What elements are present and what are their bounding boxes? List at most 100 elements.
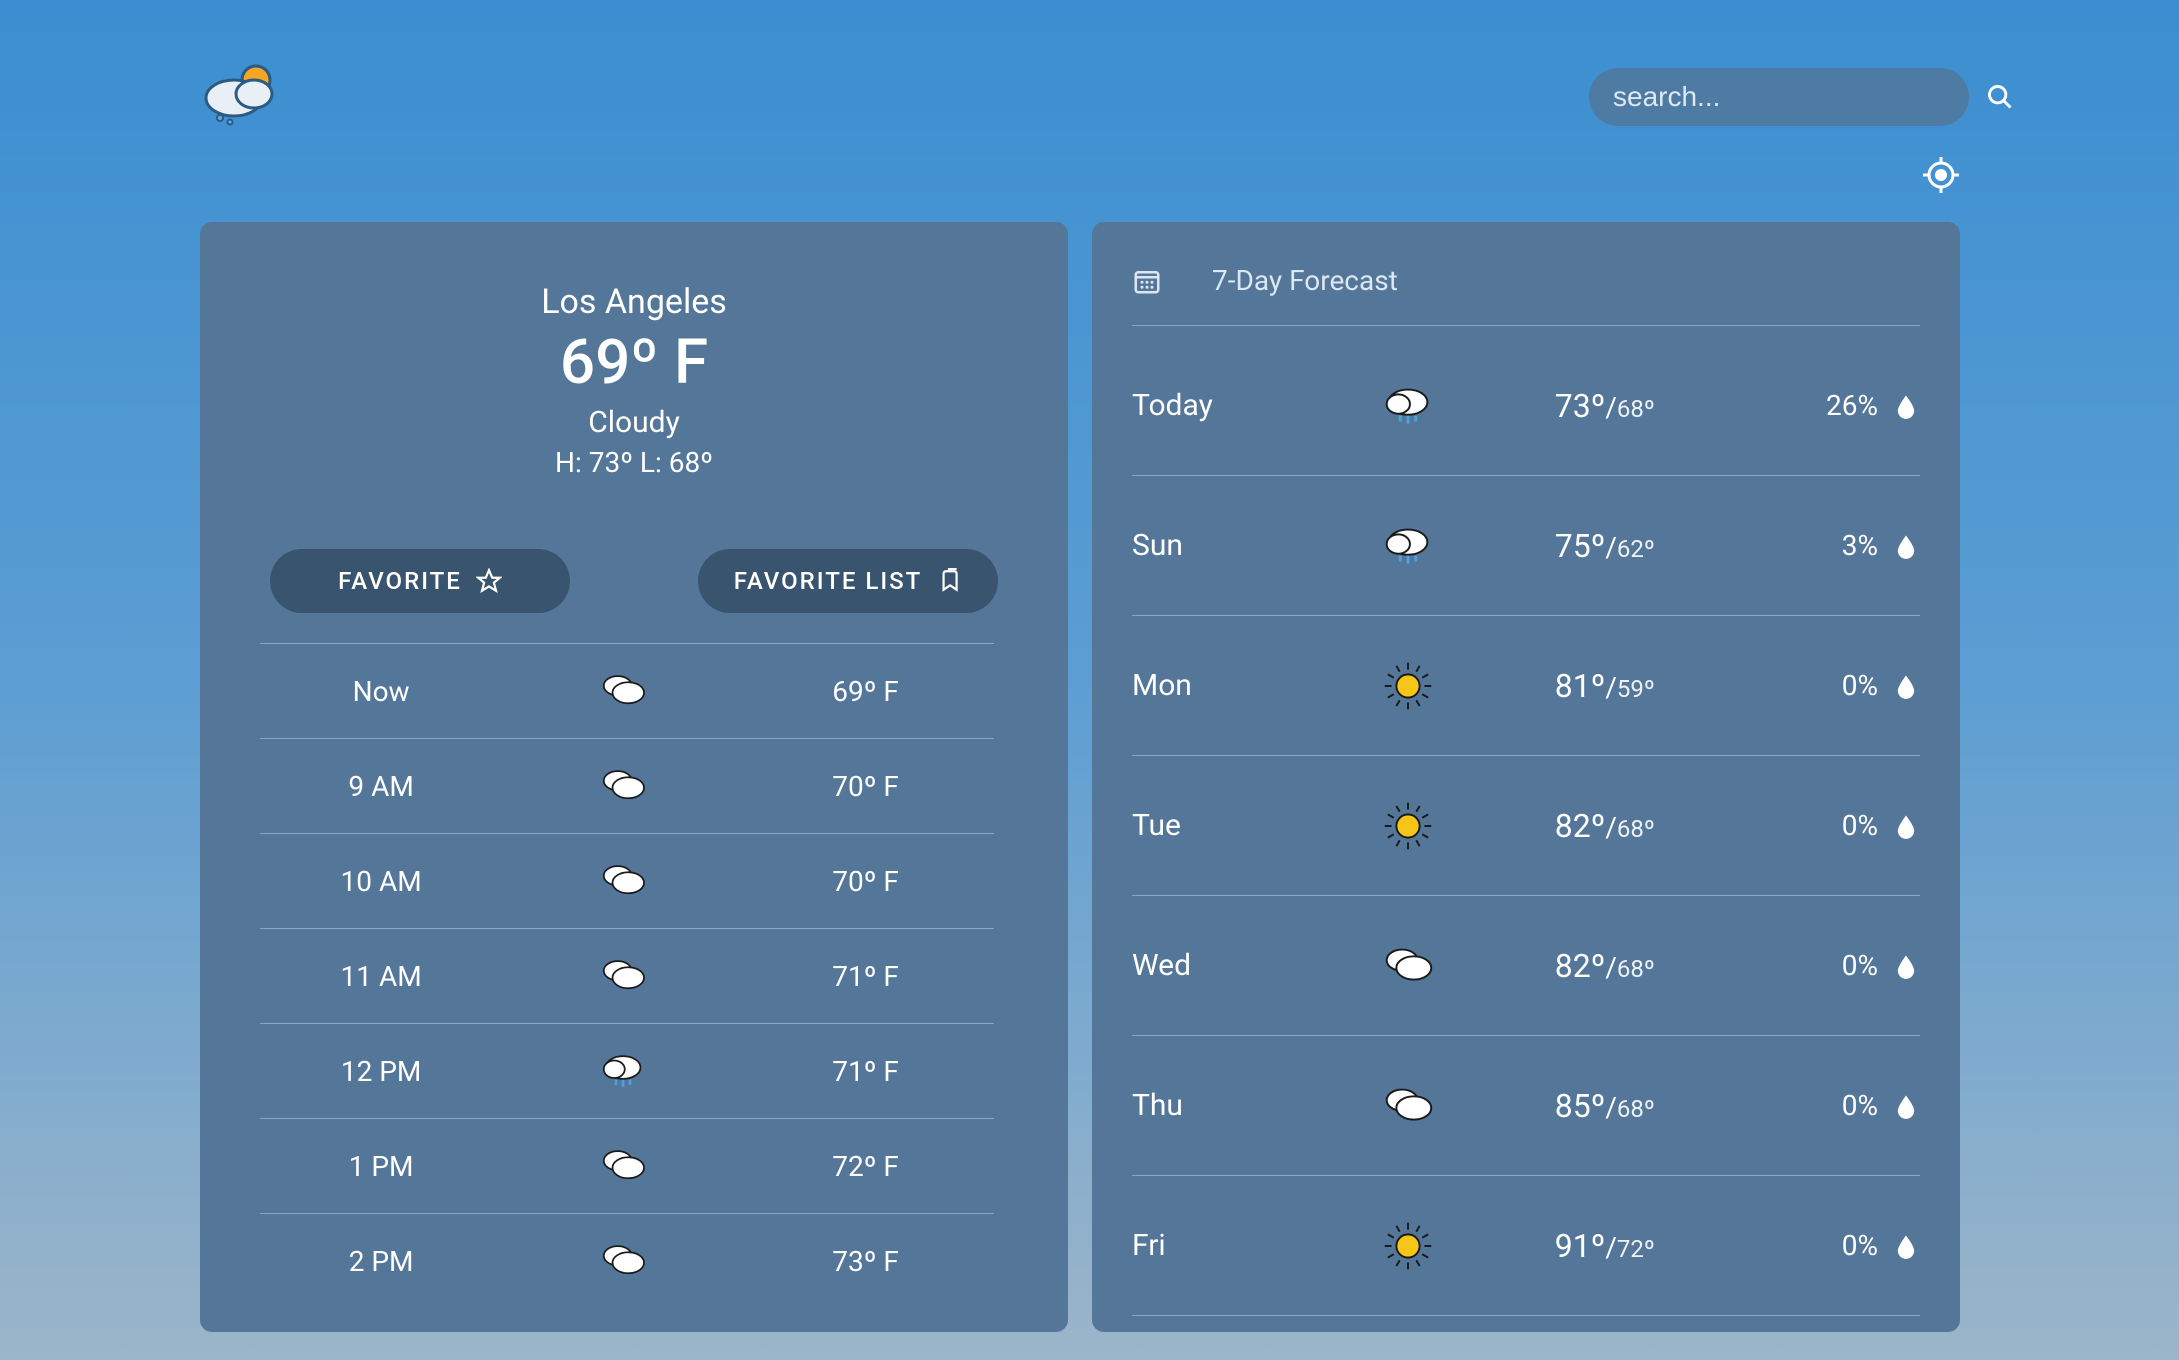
favorite-list-button-label: FAVORITE LIST [734,567,923,595]
current-hi-lo: H: 73º L: 68º [240,446,1028,479]
star-icon [476,568,502,594]
daily-temps: 85º/68º [1487,1087,1723,1125]
hourly-temp: 72º F [744,1150,986,1183]
daily-high: 73º [1555,387,1606,425]
daily-day: Fri [1132,1228,1329,1263]
daily-precip-value: 0% [1842,1089,1878,1122]
daily-precip: 26% [1723,389,1920,422]
daily-row: Thu 85º/68º 0% [1132,1036,1920,1176]
hourly-weather-icon [502,663,744,719]
hourly-row: 11 AM 71º F [260,928,994,1023]
current-temp: 69º F [240,326,1028,399]
daily-day: Sun [1132,528,1329,563]
daily-low: 68º [1617,1095,1655,1123]
daily-forecast-list: Today 73º/68º 26% Sun 75º/62º 3% [1132,336,1920,1316]
daily-weather-icon [1329,795,1487,857]
daily-low: 72º [1617,1235,1655,1263]
hourly-row: Now 69º F [260,643,994,738]
hourly-row: 9 AM 70º F [260,738,994,833]
locate-me-button[interactable] [1921,155,1961,195]
daily-day: Tue [1132,808,1329,843]
daily-precip: 0% [1723,669,1920,702]
daily-high: 82º [1555,947,1606,985]
droplet-icon [1892,952,1920,980]
location-name: Los Angeles [240,282,1028,322]
current-condition: Cloudy [240,405,1028,440]
hourly-row: 2 PM 73º F [260,1213,994,1308]
droplet-icon [1892,672,1920,700]
daily-day: Today [1132,388,1329,423]
daily-weather-icon [1329,655,1487,717]
app-logo-icon [200,60,290,130]
daily-temps: 82º/68º [1487,947,1723,985]
hourly-weather-icon [502,1043,744,1099]
daily-low: 68º [1617,955,1655,983]
search-input[interactable] [1613,81,1974,113]
daily-row: Fri 91º/72º 0% [1132,1176,1920,1316]
daily-precip: 0% [1723,809,1920,842]
daily-low: 68º [1617,395,1655,423]
hourly-temp: 71º F [744,960,986,993]
hourly-forecast-list[interactable]: Now 69º F 9 AM 70º F 10 AM 70º F 11 AM 7… [260,643,1008,1313]
hourly-temp: 70º F [744,770,986,803]
hourly-time: 9 AM [260,770,502,803]
hourly-row: 10 AM 70º F [260,833,994,928]
daily-row: Today 73º/68º 26% [1132,336,1920,476]
daily-precip-value: 3% [1842,529,1878,562]
daily-day: Mon [1132,668,1329,703]
hourly-row: 12 PM 71º F [260,1023,994,1118]
favorite-list-button[interactable]: FAVORITE LIST [698,549,998,613]
daily-temps: 73º/68º [1487,387,1723,425]
droplet-icon [1892,392,1920,420]
daily-temps: 82º/68º [1487,807,1723,845]
daily-precip-value: 0% [1842,949,1878,982]
hourly-weather-icon [502,758,744,814]
daily-precip: 0% [1723,1089,1920,1122]
hourly-weather-icon [502,1138,744,1194]
daily-precip-value: 0% [1842,1229,1878,1262]
daily-temps: 81º/59º [1487,667,1723,705]
daily-weather-icon [1329,1215,1487,1277]
daily-day: Wed [1132,948,1329,983]
bookmarks-icon [936,568,962,594]
favorite-button[interactable]: FAVORITE [270,549,570,613]
daily-row: Mon 81º/59º 0% [1132,616,1920,756]
daily-forecast-title: 7-Day Forecast [1212,264,1398,297]
hourly-weather-icon [502,948,744,1004]
hourly-time: 10 AM [260,865,502,898]
hourly-temp: 70º F [744,865,986,898]
daily-precip-value: 0% [1842,669,1878,702]
daily-high: 75º [1555,527,1606,565]
hourly-time: 12 PM [260,1055,502,1088]
hourly-row: 1 PM 72º F [260,1118,994,1213]
daily-forecast-card: 7-Day Forecast Today 73º/68º 26% Sun [1092,222,1960,1332]
daily-high: 85º [1555,1087,1606,1125]
daily-high: 91º [1555,1227,1606,1265]
droplet-icon [1892,1092,1920,1120]
daily-day: Thu [1132,1088,1329,1123]
hourly-time: 2 PM [260,1245,502,1278]
droplet-icon [1892,1232,1920,1260]
daily-weather-icon [1329,515,1487,577]
hourly-time: 1 PM [260,1150,502,1183]
daily-weather-icon [1329,1075,1487,1137]
droplet-icon [1892,532,1920,560]
daily-row: Sun 75º/62º 3% [1132,476,1920,616]
daily-temps: 75º/62º [1487,527,1723,565]
hourly-weather-icon [502,853,744,909]
daily-low: 59º [1617,675,1655,703]
calendar-icon [1132,266,1162,296]
droplet-icon [1892,812,1920,840]
search-bar[interactable] [1589,68,1969,126]
daily-temps: 91º/72º [1487,1227,1723,1265]
daily-weather-icon [1329,935,1487,997]
daily-low: 62º [1617,535,1655,563]
hourly-time: 11 AM [260,960,502,993]
hourly-time: Now [260,675,502,708]
daily-weather-icon [1329,375,1487,437]
search-icon[interactable] [1986,83,2014,111]
daily-precip-value: 26% [1826,389,1878,422]
daily-high: 81º [1555,667,1606,705]
daily-high: 82º [1555,807,1606,845]
hourly-temp: 73º F [744,1245,986,1278]
